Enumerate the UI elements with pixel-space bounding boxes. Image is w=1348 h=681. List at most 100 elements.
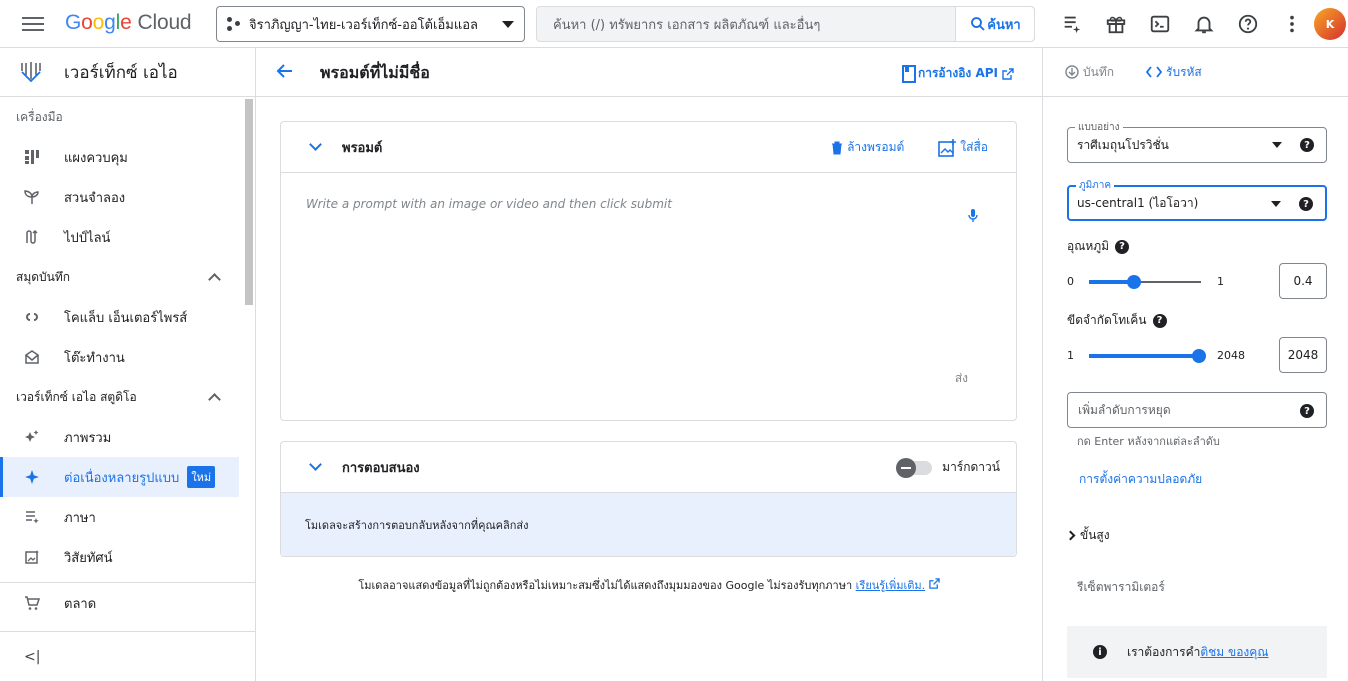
gift-icon[interactable] (1094, 8, 1138, 40)
sidebar-item-language[interactable]: ภาษา (0, 497, 239, 537)
microphone-icon[interactable] (968, 209, 978, 223)
token-limit-slider[interactable] (1089, 349, 1206, 363)
main-menu-icon[interactable] (22, 14, 44, 34)
google-cloud-logo[interactable]: Google Cloud (65, 11, 192, 35)
sidebar-item-vision[interactable]: วิสัยทัศน์ (0, 537, 239, 577)
help-icon[interactable]: ? (1300, 138, 1314, 152)
disclaimer: โมเดลอาจแสดงข้อมูลที่ไม่ถูกต้องหรือไม่เห… (256, 576, 1042, 594)
sidebar-header: เวอร์เท็กซ์ เอไอ (0, 48, 255, 97)
safety-settings-link[interactable]: การตั้งค่าความปลอดภัย (1079, 470, 1202, 489)
search-bar[interactable]: ค้นหา (/) ทรัพยากร เอกสาร ผลิตภัณฑ์ และอ… (536, 6, 1035, 42)
slider-thumb[interactable] (1126, 275, 1141, 289)
section-notebooks[interactable]: สมุดบันทึก (0, 257, 255, 297)
sidebar-item-overview[interactable]: ภาพรวม (0, 417, 239, 457)
chevron-right-icon (1065, 530, 1076, 541)
pipelines-icon (24, 229, 40, 245)
model-select[interactable]: แบบอย่าง ราศีเมถุนโปรวิชั่น ? (1067, 120, 1327, 163)
sidebar-item-colab-enterprise[interactable]: โคแล็บ เอ็นเตอร์ไพรส์ (0, 297, 239, 337)
cloud-shell-icon[interactable] (1138, 8, 1182, 40)
sidebar-item-workbench[interactable]: โต๊ะทำงาน (0, 337, 239, 377)
temperature-slider[interactable] (1089, 275, 1201, 289)
workbench-icon (24, 349, 40, 365)
sidebar-item-pipelines[interactable]: ไปป์ไลน์ (0, 217, 239, 257)
more-vert-icon[interactable] (1270, 8, 1314, 40)
sidebar-item-dashboard[interactable]: แผงควบคุม (0, 137, 239, 177)
colab-icon (24, 309, 40, 325)
chevron-down-icon (309, 138, 322, 151)
help-icon[interactable]: ? (1299, 197, 1313, 211)
overview-icon (24, 429, 40, 445)
response-card: การตอบสนอง มาร์กดาวน์ โมเดลจะสร้างการตอบ… (280, 441, 1017, 557)
delete-icon (832, 141, 843, 154)
caret-down-icon (1271, 201, 1281, 207)
sidebar-scrollbar[interactable] (245, 99, 253, 305)
main-panel: พรอมต์ที่ไม่มีชื่อ การอ้างอิง API พรอมต์… (256, 48, 1042, 681)
region-select[interactable]: ภูมิภาค us-central1 (ไอโอวา) ? (1067, 178, 1327, 221)
stop-sequence-input[interactable]: เพิ่มลำดับการหยุด ? (1067, 392, 1327, 428)
section-vertex-ai-studio[interactable]: เวอร์เท็กซ์ เอไอ สตูดิโอ (0, 377, 255, 417)
back-button[interactable] (276, 62, 294, 84)
toggle-switch[interactable] (896, 457, 933, 478)
account-button[interactable]: K (1314, 8, 1348, 40)
prompt-actions: ล้างพรอมต์ ใส่สื่อ (831, 138, 988, 157)
avatar: K (1314, 8, 1346, 40)
send-button[interactable]: ส่ง (955, 369, 968, 388)
markdown-toggle[interactable]: มาร์กดาวน์ (896, 457, 1000, 478)
parameters-panel: บันทึก รับรหัส แบบอย่าง ราศีเมถุนโปรวิชั… (1042, 48, 1348, 681)
advanced-toggle[interactable]: ขั้นสูง (1065, 526, 1110, 545)
help-icon[interactable]: ? (1300, 404, 1314, 418)
open-in-new-icon (928, 578, 940, 589)
slider-fill (1089, 354, 1199, 358)
cart-icon (24, 595, 40, 611)
sparkle-icon (24, 469, 40, 485)
gemini-edit-icon[interactable] (1050, 8, 1094, 40)
api-reference-link[interactable]: การอ้างอิง API (901, 64, 1014, 83)
search-input[interactable]: ค้นหา (/) ทรัพยากร เอกสาร ผลิตภัณฑ์ และอ… (537, 14, 955, 35)
collapse-sidebar-button[interactable]: <| (0, 631, 255, 681)
clear-prompt-button[interactable]: ล้างพรอมต์ (831, 138, 904, 157)
page-title: พรอมต์ที่ไม่มีชื่อ (320, 63, 430, 82)
vertex-ai-logo-icon (21, 62, 41, 83)
add-photo-icon (938, 138, 957, 157)
top-icons: K (1050, 8, 1348, 40)
insert-media-button[interactable]: ใส่สื่อ (938, 138, 988, 157)
model-garden-icon (24, 189, 40, 205)
learn-more-link[interactable]: เรียนรู้เพิ่มเติม. (856, 579, 925, 592)
search-button[interactable]: ค้นหา (955, 7, 1034, 41)
top-bar: Google Cloud จิราภิญญา-ไทย-เวอร์เท็กซ์-ออ… (0, 0, 1348, 48)
token-limit-input[interactable]: 2048 (1279, 337, 1327, 373)
sidebar-item-multimodal[interactable]: ต่อเนื่องหลายรูปแบบ ใหม่ (0, 457, 239, 497)
main-header: พรอมต์ที่ไม่มีชื่อ การอ้างอิง API (256, 48, 1042, 97)
slider-thumb[interactable] (1192, 349, 1206, 363)
sidebar-nav: เครื่องมือ แผงควบคุม สวนจำลอง ไปป์ไลน์ ส… (0, 97, 255, 582)
help-icon[interactable] (1226, 8, 1270, 40)
product-title: เวอร์เท็กซ์ เอไอ (64, 62, 178, 83)
code-icon (1146, 66, 1162, 78)
response-card-header[interactable]: การตอบสนอง มาร์กดาวน์ (281, 442, 1016, 492)
get-code-button[interactable]: รับรหัส (1146, 63, 1202, 82)
arrow-back-icon (276, 64, 292, 78)
sidebar-item-model-garden[interactable]: สวนจำลอง (0, 177, 239, 217)
caret-down-icon (502, 20, 514, 28)
help-icon[interactable]: ? (1152, 313, 1167, 328)
sidebar-bottom: ตลาด (0, 582, 255, 623)
reset-parameters-button[interactable]: รีเซ็ตพารามิเตอร์ (1077, 578, 1165, 597)
open-in-new-icon (1002, 67, 1014, 80)
sidebar-item-marketplace[interactable]: ตลาด (0, 583, 239, 623)
stop-sequence-hint: กด Enter หลังจากแต่ละลำดับ (1077, 435, 1220, 448)
help-icon[interactable]: ? (1115, 239, 1130, 254)
prompt-card-header[interactable]: พรอมต์ ล้างพรอมต์ ใส่สื่อ (281, 122, 1016, 172)
prompt-input[interactable]: Write a prompt with an image or video an… (281, 172, 1016, 420)
token-limit-row: 1 2048 2048 (1067, 337, 1327, 373)
project-icon (227, 17, 241, 31)
search-icon (971, 17, 985, 31)
notifications-icon[interactable] (1182, 8, 1226, 40)
temperature-input[interactable]: 0.4 (1279, 263, 1327, 299)
section-tools: เครื่องมือ (16, 109, 63, 124)
temperature-row: 0 1 0.4 (1067, 263, 1327, 299)
response-body: โมเดลจะสร้างการตอบกลับหลังจากที่คุณคลิกส… (281, 492, 1016, 556)
project-selector[interactable]: จิราภิญญา-ไทย-เวอร์เท็กซ์-ออโต้เอ็มแอล (216, 6, 525, 42)
feedback-link[interactable]: ติชม ของคุณ (1200, 643, 1268, 662)
save-icon (1065, 65, 1079, 79)
save-button[interactable]: บันทึก (1065, 63, 1114, 82)
